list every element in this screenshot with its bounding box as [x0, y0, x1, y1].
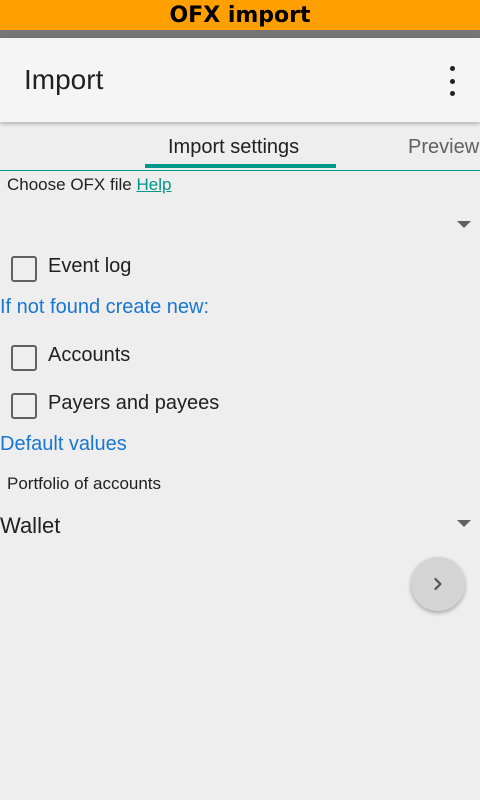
- payers-checkbox[interactable]: [11, 393, 37, 419]
- window-banner: OFX import: [0, 0, 480, 30]
- status-bar: [0, 30, 480, 38]
- next-button[interactable]: [411, 557, 465, 611]
- page-title: Import: [24, 64, 104, 95]
- tab-import-settings[interactable]: Import settings: [168, 136, 299, 159]
- accounts-checkbox[interactable]: [11, 345, 37, 371]
- portfolio-spinner[interactable]: Wallet: [0, 505, 480, 545]
- dropdown-arrow-icon: [457, 221, 471, 228]
- active-tab-indicator: [145, 164, 336, 168]
- default-values-header: Default values: [0, 433, 127, 455]
- payers-label: Payers and payees: [48, 392, 220, 414]
- create-new-header: If not found create new:: [0, 296, 210, 318]
- ofx-file-spinner[interactable]: [0, 205, 480, 245]
- banner-title: OFX import: [169, 2, 311, 28]
- choose-file-row: Choose OFX file Help: [7, 175, 171, 195]
- portfolio-value: Wallet: [0, 513, 61, 538]
- tab-bar: Import settings Preview: [0, 124, 480, 171]
- chevron-right-icon: [434, 577, 442, 591]
- event-log-checkbox[interactable]: [11, 256, 37, 282]
- tab-preview[interactable]: Preview: [408, 136, 479, 159]
- accounts-checkbox-row[interactable]: Accounts: [0, 336, 480, 380]
- help-link[interactable]: Help: [136, 175, 171, 194]
- event-log-checkbox-row[interactable]: Event log: [0, 247, 480, 291]
- portfolio-label: Portfolio of accounts: [7, 474, 162, 493]
- payers-checkbox-row[interactable]: Payers and payees: [0, 384, 480, 428]
- more-vert-icon[interactable]: [442, 66, 462, 96]
- event-log-label: Event log: [48, 255, 132, 277]
- accounts-label: Accounts: [48, 344, 131, 366]
- app-bar: Import: [0, 38, 480, 122]
- dropdown-arrow-icon: [457, 520, 471, 527]
- choose-file-label: Choose OFX file: [7, 175, 132, 194]
